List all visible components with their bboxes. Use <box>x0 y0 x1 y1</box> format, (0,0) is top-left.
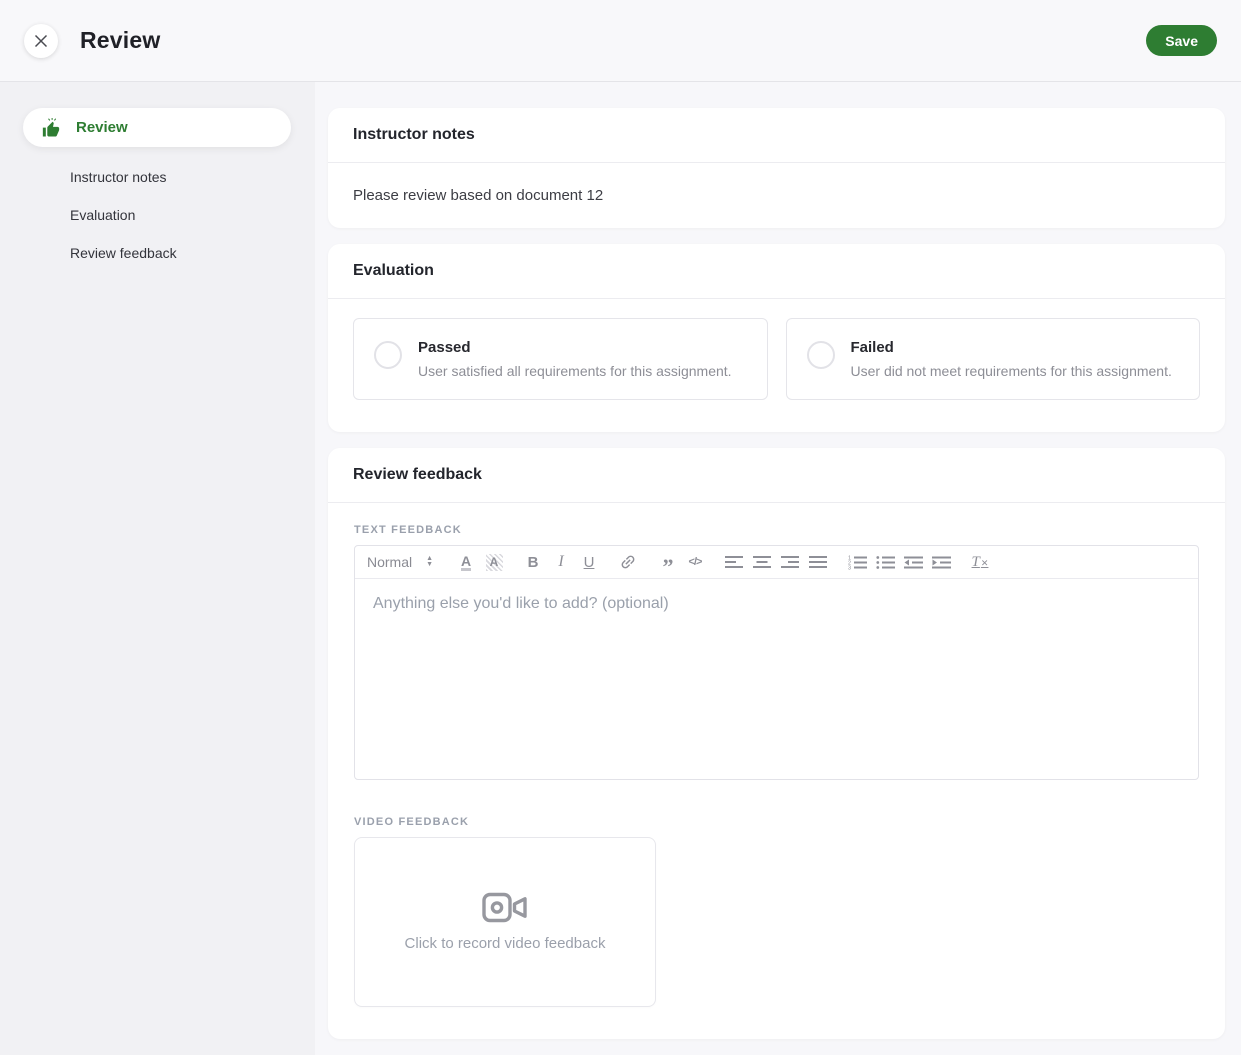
align-right-icon <box>781 555 799 569</box>
sidebar-item-instructor-notes[interactable]: Instructor notes <box>70 169 291 185</box>
bold-icon: B <box>527 553 539 571</box>
option-failed-label: Failed <box>850 339 894 356</box>
radio-failed[interactable] <box>806 341 835 369</box>
evaluation-title: Evaluation <box>353 262 434 279</box>
evaluation-card: Evaluation Passed User satisfied all req… <box>328 244 1225 432</box>
editor-toolbar: Normal ▲ ▼ A A B I U ” </> 1 2 3 T✕ <box>355 546 1198 579</box>
instructor-notes-title: Instructor notes <box>353 126 475 143</box>
sidebar-item-review-feedback[interactable]: Review feedback <box>70 245 291 261</box>
clear-formatting-icon: T✕ <box>971 553 989 570</box>
clear-formatting-button[interactable]: T✕ <box>968 550 992 574</box>
blockquote-icon: ” <box>662 553 674 579</box>
align-left-icon <box>725 555 743 569</box>
text-feedback-label: TEXT FEEDBACK <box>354 524 462 536</box>
italic-button[interactable]: I <box>549 550 573 574</box>
close-icon <box>33 33 49 49</box>
align-center-icon <box>753 555 771 569</box>
sidebar: Review Instructor notes Evaluation Revie… <box>0 82 315 1055</box>
option-passed-description: User satisfied all requirements for this… <box>418 363 732 379</box>
review-feedback-card: Review feedback TEXT FEEDBACK Normal ▲ ▼ … <box>328 448 1225 1039</box>
link-icon <box>619 553 637 571</box>
record-video-prompt: Click to record video feedback <box>404 935 606 952</box>
outdent-button[interactable] <box>901 550 925 574</box>
evaluation-option-passed[interactable]: Passed User satisfied all requirements f… <box>353 318 768 400</box>
record-video-button[interactable]: Click to record video feedback <box>354 837 656 1007</box>
video-feedback-label: VIDEO FEEDBACK <box>354 816 470 828</box>
review-feedback-title: Review feedback <box>353 466 482 483</box>
sidebar-item-evaluation[interactable]: Evaluation <box>70 207 291 223</box>
main-content: Instructor notes Please review based on … <box>315 82 1241 1055</box>
bold-button[interactable]: B <box>521 550 545 574</box>
bullet-list-button[interactable] <box>873 550 897 574</box>
option-failed-description: User did not meet requirements for this … <box>850 363 1172 379</box>
text-feedback-input[interactable]: Anything else you'd like to add? (option… <box>355 579 1198 779</box>
review-feedback-header: Review feedback <box>328 448 1225 503</box>
background-color-button[interactable]: A <box>482 550 506 574</box>
indent-icon <box>931 555 951 570</box>
ordered-list-button[interactable]: 123 <box>845 550 869 574</box>
paragraph-format-select[interactable]: Normal ▲ ▼ <box>363 554 441 570</box>
ordered-list-icon: 123 <box>848 555 867 570</box>
close-button[interactable] <box>24 23 58 58</box>
instructor-notes-text: Please review based on document 12 <box>353 187 604 204</box>
video-camera-icon <box>482 892 528 925</box>
header-bar: Review Save <box>0 0 1241 82</box>
radio-passed[interactable] <box>374 341 402 369</box>
instructor-notes-card: Instructor notes Please review based on … <box>328 108 1225 228</box>
instructor-notes-header: Instructor notes <box>328 108 1225 163</box>
editor-placeholder: Anything else you'd like to add? (option… <box>373 595 669 612</box>
code-block-icon: </> <box>688 556 703 568</box>
underline-button[interactable]: U <box>577 550 601 574</box>
paragraph-format-value: Normal <box>367 554 413 570</box>
sidebar-item-label: Review <box>76 119 128 136</box>
align-left-button[interactable] <box>722 550 746 574</box>
evaluation-header: Evaluation <box>328 244 1225 299</box>
bullet-list-icon <box>875 555 895 570</box>
evaluation-option-failed[interactable]: Failed User did not meet requirements fo… <box>785 318 1200 400</box>
blockquote-button[interactable]: ” <box>655 550 679 579</box>
indent-button[interactable] <box>929 550 953 574</box>
select-caret-icon: ▲ ▼ <box>426 555 434 568</box>
italic-icon: I <box>558 553 564 570</box>
save-button[interactable]: Save <box>1146 25 1217 56</box>
align-justify-icon <box>809 555 827 569</box>
outdent-icon <box>903 555 923 570</box>
link-button[interactable] <box>616 550 640 574</box>
background-color-icon: A <box>485 553 503 571</box>
underline-icon: U <box>583 553 595 571</box>
code-block-button[interactable]: </> <box>683 550 707 574</box>
text-color-button[interactable]: A <box>454 550 478 574</box>
sidebar-item-review[interactable]: Review <box>23 108 291 147</box>
text-color-icon: A <box>460 552 472 571</box>
align-justify-button[interactable] <box>806 550 830 574</box>
svg-text:3: 3 <box>848 565 851 570</box>
option-passed-label: Passed <box>418 339 471 356</box>
page-title: Review <box>80 27 161 53</box>
align-center-button[interactable] <box>750 550 774 574</box>
rich-text-editor: Normal ▲ ▼ A A B I U ” </> 1 2 3 T✕ Anyt… <box>354 545 1199 780</box>
align-right-button[interactable] <box>778 550 802 574</box>
thumbs-up-icon <box>37 114 65 142</box>
